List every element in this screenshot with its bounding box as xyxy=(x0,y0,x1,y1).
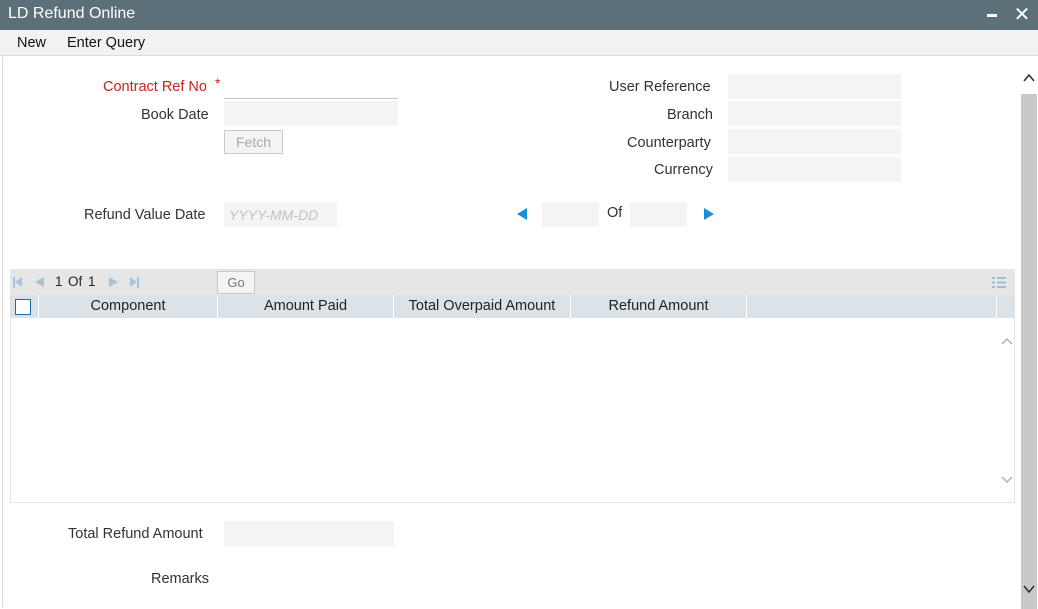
currency-input[interactable] xyxy=(728,157,901,182)
total-records-input[interactable] xyxy=(630,202,687,227)
grid-header: Component Amount Paid Total Overpaid Amo… xyxy=(10,295,1015,318)
select-all-cell xyxy=(10,295,39,318)
current-record-input[interactable] xyxy=(542,202,599,227)
prev-page-icon[interactable] xyxy=(35,277,44,287)
grid-scroll-up-icon[interactable] xyxy=(1001,337,1013,345)
select-all-checkbox[interactable] xyxy=(15,299,31,315)
user-reference-input[interactable] xyxy=(728,74,901,99)
column-amount-paid[interactable]: Amount Paid xyxy=(218,295,394,318)
first-page-icon[interactable] xyxy=(15,277,22,287)
user-reference-label: User Reference xyxy=(609,79,711,95)
vertical-scrollbar[interactable] xyxy=(1020,57,1038,609)
fetch-button[interactable]: Fetch xyxy=(224,130,283,154)
last-page-icon[interactable] xyxy=(130,277,137,287)
menu-bar: New Enter Query xyxy=(0,30,1038,56)
last-page-bar xyxy=(137,277,139,288)
column-filler xyxy=(747,295,997,318)
column-component[interactable]: Component xyxy=(39,295,218,318)
contract-ref-input[interactable] xyxy=(224,74,398,99)
counterparty-label: Counterparty xyxy=(627,135,711,151)
previous-icon[interactable] xyxy=(517,208,527,220)
branch-label: Branch xyxy=(667,107,713,123)
page-of-label: Of xyxy=(68,274,83,289)
refund-value-date-input[interactable] xyxy=(224,202,337,227)
new-menu-item[interactable]: New xyxy=(17,35,46,51)
of-label: Of xyxy=(607,205,623,221)
minimize-icon[interactable] xyxy=(984,0,1000,30)
title-bar: LD Refund Online ✕ xyxy=(0,0,1038,30)
currency-label: Currency xyxy=(654,162,713,178)
book-date-label: Book Date xyxy=(141,107,209,123)
page-total: 1 xyxy=(88,274,96,289)
total-refund-amount-label: Total Refund Amount xyxy=(68,526,203,542)
close-icon[interactable]: ✕ xyxy=(1013,4,1031,26)
scrollbar-thumb[interactable] xyxy=(1021,94,1037,609)
go-button[interactable]: Go xyxy=(217,271,255,294)
next-icon[interactable] xyxy=(704,208,714,220)
required-marker: * xyxy=(215,75,221,91)
column-total-overpaid-amount[interactable]: Total Overpaid Amount xyxy=(394,295,571,318)
grid-body xyxy=(10,318,1015,503)
next-page-icon[interactable] xyxy=(109,277,118,287)
counterparty-input[interactable] xyxy=(728,129,901,154)
remarks-label: Remarks xyxy=(151,571,210,587)
scroll-up-icon[interactable] xyxy=(1023,73,1035,82)
column-settings-icon[interactable] xyxy=(992,276,1006,289)
window-title: LD Refund Online xyxy=(8,5,136,22)
page-current: 1 xyxy=(55,274,63,289)
total-refund-amount-input[interactable] xyxy=(224,521,394,546)
grid-scroll-down-icon[interactable] xyxy=(1001,476,1013,484)
enter-query-menu-item[interactable]: Enter Query xyxy=(67,35,145,51)
column-refund-amount[interactable]: Refund Amount xyxy=(571,295,747,318)
refund-value-date-label: Refund Value Date xyxy=(84,207,206,223)
contract-ref-label: Contract Ref No xyxy=(103,79,207,95)
book-date-input[interactable] xyxy=(224,101,398,126)
scroll-down-icon[interactable] xyxy=(1023,585,1035,594)
grid-toolbar: 1 Of 1 Go xyxy=(10,269,1015,295)
branch-input[interactable] xyxy=(728,101,901,126)
